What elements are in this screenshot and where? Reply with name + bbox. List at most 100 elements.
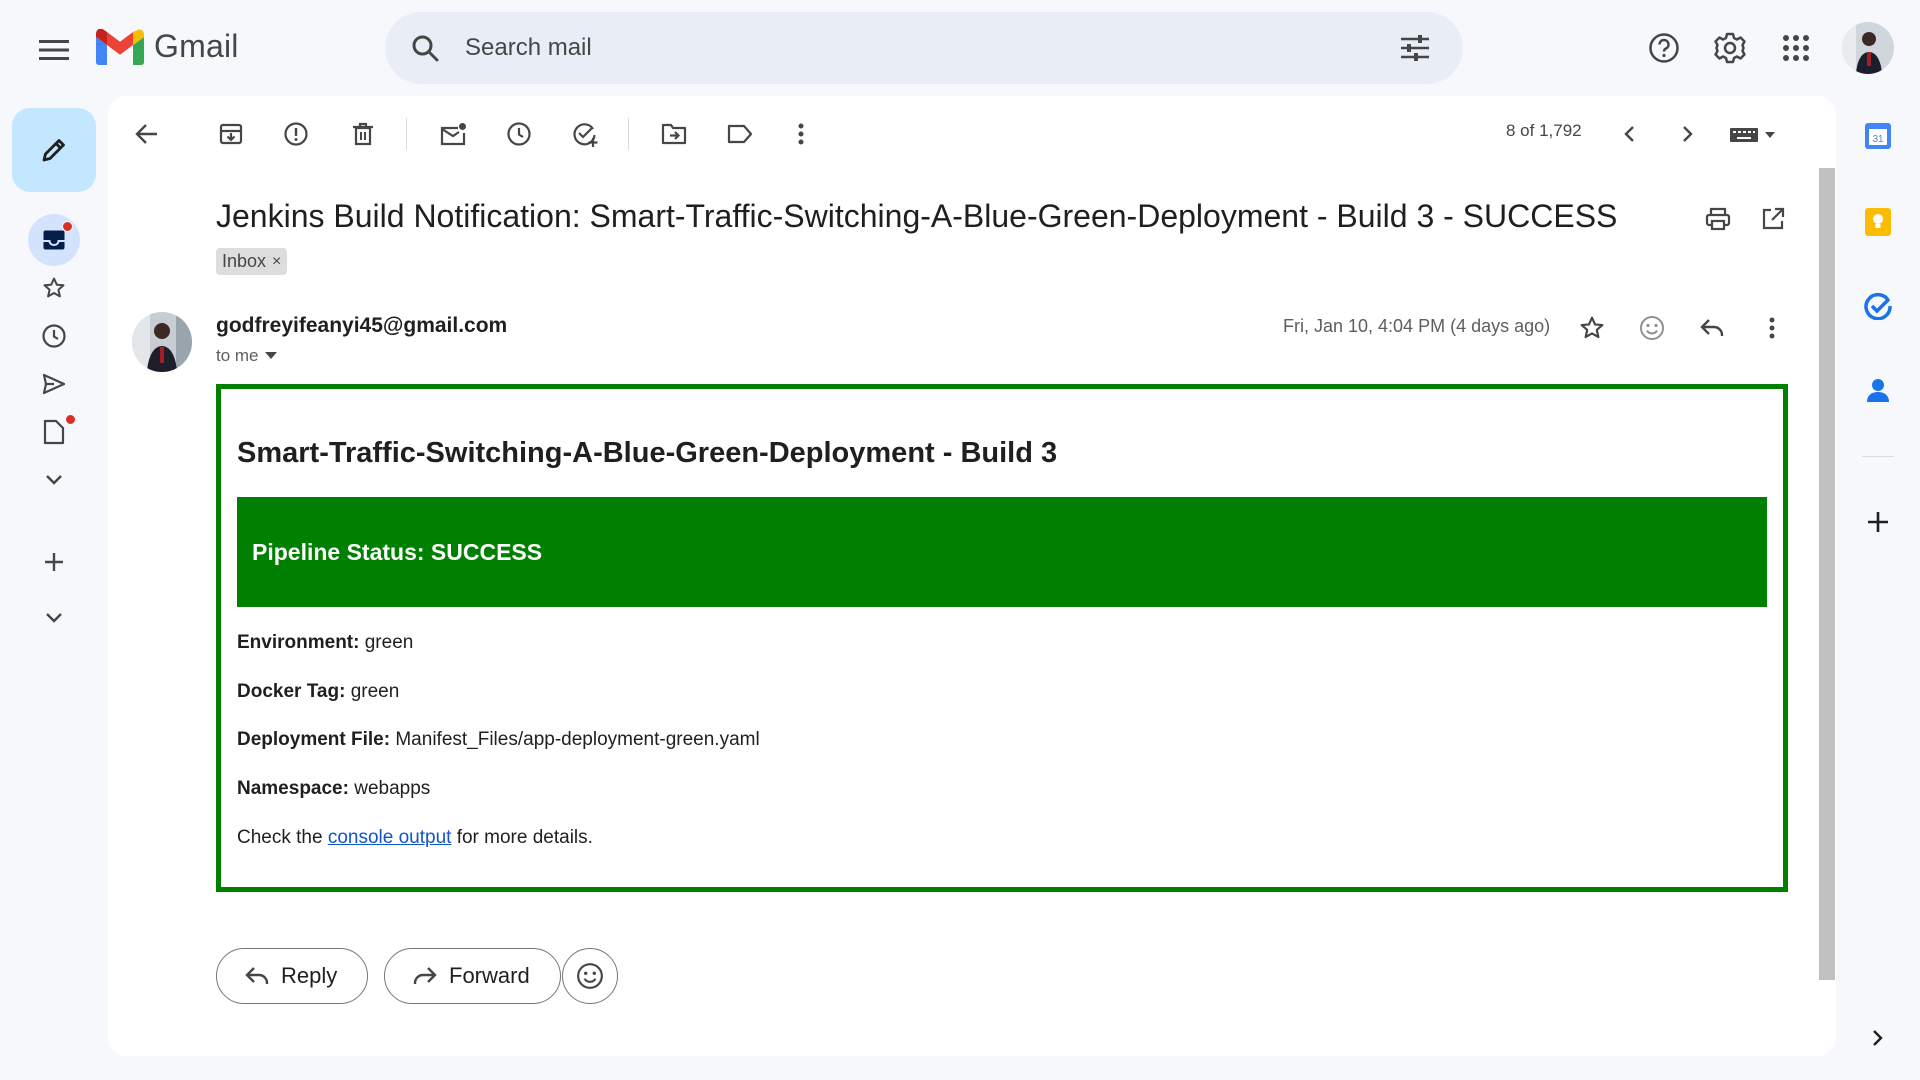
add-task-icon — [573, 123, 598, 147]
search-input[interactable]: Search mail — [465, 34, 592, 62]
sender-email[interactable]: godfreyifeanyi45@gmail.com — [216, 314, 507, 338]
gmail-logo[interactable]: Gmail — [96, 28, 239, 65]
trash-icon — [353, 122, 373, 146]
sidebar-item-inbox[interactable] — [28, 214, 80, 266]
chevron-left-icon — [1624, 126, 1634, 142]
tasks-icon — [1864, 292, 1892, 320]
gmail-m-icon — [96, 28, 144, 65]
emoji-icon — [1640, 316, 1664, 340]
message-more-button[interactable] — [1748, 304, 1796, 352]
inbox-label-chip[interactable]: Inbox × — [216, 248, 288, 275]
console-output-link[interactable]: console output — [328, 827, 452, 848]
label-icon — [727, 124, 753, 144]
forward-icon — [413, 967, 437, 984]
back-button[interactable] — [123, 110, 171, 158]
account-avatar[interactable] — [1842, 22, 1894, 74]
send-icon — [42, 373, 66, 395]
newer-button[interactable] — [1605, 110, 1653, 158]
sidebar-item-starred[interactable] — [28, 262, 80, 314]
email-body: Smart-Traffic-Switching-A-Blue-Green-Dep… — [216, 384, 1788, 892]
calendar-app-button[interactable]: 31 — [1854, 112, 1902, 160]
snooze-button[interactable] — [495, 110, 543, 158]
search-bar[interactable]: Search mail — [385, 12, 1463, 84]
sidebar-more-button[interactable] — [28, 454, 80, 506]
delete-button[interactable] — [339, 110, 387, 158]
tasks-app-button[interactable] — [1854, 282, 1902, 330]
help-icon — [1649, 33, 1679, 63]
sidebar-item-drafts[interactable] — [28, 406, 80, 458]
gear-icon — [1714, 32, 1746, 64]
field-environment: Environment: green — [237, 632, 413, 654]
reply-icon — [245, 967, 269, 984]
labels-button[interactable] — [716, 110, 764, 158]
reply-button[interactable]: Reply — [216, 948, 369, 1004]
print-all-button[interactable] — [1695, 196, 1741, 242]
hamburger-icon — [39, 40, 69, 60]
input-tools-button[interactable] — [1724, 110, 1784, 158]
star-button[interactable] — [1568, 304, 1616, 352]
remove-label-button[interactable]: × — [272, 253, 281, 271]
scrollbar-thumb[interactable] — [1819, 168, 1835, 980]
field-label: Namespace: — [237, 778, 349, 799]
sidebar-item-snoozed[interactable] — [28, 310, 80, 362]
sender-avatar[interactable] — [132, 312, 192, 372]
plus-icon — [1868, 512, 1888, 532]
show-side-panel-button[interactable] — [1854, 1014, 1902, 1062]
more-actions-button[interactable] — [777, 110, 825, 158]
footer-note: Check the console output for more detail… — [237, 827, 593, 849]
keep-icon — [1865, 208, 1891, 236]
mark-unread-button[interactable] — [429, 110, 477, 158]
arrow-left-icon — [135, 124, 157, 144]
email-subject: Jenkins Build Notification: Smart-Traffi… — [216, 198, 1618, 234]
more-vertical-icon — [1769, 317, 1775, 339]
pager-count: 8 of 1,792 — [1506, 121, 1582, 140]
label-chip-text: Inbox — [222, 251, 267, 271]
archive-button[interactable] — [207, 110, 255, 158]
forward-button[interactable]: Forward — [384, 948, 561, 1004]
get-addons-button[interactable] — [1854, 498, 1902, 546]
pipeline-status-text: Pipeline Status: SUCCESS — [252, 539, 543, 565]
inbox-icon — [43, 230, 65, 250]
report-icon — [284, 122, 308, 146]
reply-icon-button[interactable] — [1688, 304, 1736, 352]
search-options-icon[interactable] — [1391, 24, 1439, 72]
field-label: Docker Tag: — [237, 681, 346, 702]
calendar-icon: 31 — [1865, 123, 1891, 149]
email-date: Fri, Jan 10, 4:04 PM (4 days ago) — [1283, 316, 1551, 336]
emoji-reaction-button[interactable] — [562, 948, 618, 1004]
build-title: Smart-Traffic-Switching-A-Blue-Green-Dep… — [237, 437, 1058, 469]
move-to-button[interactable] — [650, 110, 698, 158]
plus-icon — [45, 553, 63, 571]
sidebar-item-sent[interactable] — [28, 358, 80, 410]
apps-grid-icon — [1783, 35, 1809, 61]
pencil-icon — [42, 139, 65, 162]
create-label-button[interactable] — [28, 536, 80, 588]
settings-button[interactable] — [1706, 24, 1754, 72]
footer-suffix: for more details. — [456, 827, 593, 848]
compose-button[interactable] — [12, 108, 96, 192]
chevron-down-icon — [46, 613, 62, 623]
right-rail-divider — [1862, 456, 1894, 457]
contacts-app-button[interactable] — [1854, 366, 1902, 414]
keep-app-button[interactable] — [1854, 198, 1902, 246]
google-apps-button[interactable] — [1772, 24, 1820, 72]
reply-icon — [1700, 319, 1724, 336]
open-new-window-button[interactable] — [1750, 196, 1796, 242]
older-button[interactable] — [1664, 110, 1712, 158]
labels-expand-button[interactable] — [28, 592, 80, 644]
keyboard-icon — [1730, 128, 1775, 142]
star-icon — [1580, 316, 1604, 339]
clock-icon — [42, 324, 66, 348]
search-icon[interactable] — [401, 24, 449, 72]
add-to-tasks-button[interactable] — [561, 110, 609, 158]
add-reaction-button[interactable] — [1628, 304, 1676, 352]
gmail-logo-text: Gmail — [154, 28, 239, 64]
emoji-icon — [577, 963, 603, 989]
report-spam-button[interactable] — [272, 110, 320, 158]
help-button[interactable] — [1640, 24, 1688, 72]
recipient-details[interactable]: to me — [216, 346, 277, 366]
field-namespace: Namespace: webapps — [237, 778, 430, 800]
field-value: Manifest_Files/app-deployment-green.yaml — [395, 729, 760, 750]
star-icon — [43, 277, 65, 298]
main-menu-button[interactable] — [28, 24, 80, 76]
